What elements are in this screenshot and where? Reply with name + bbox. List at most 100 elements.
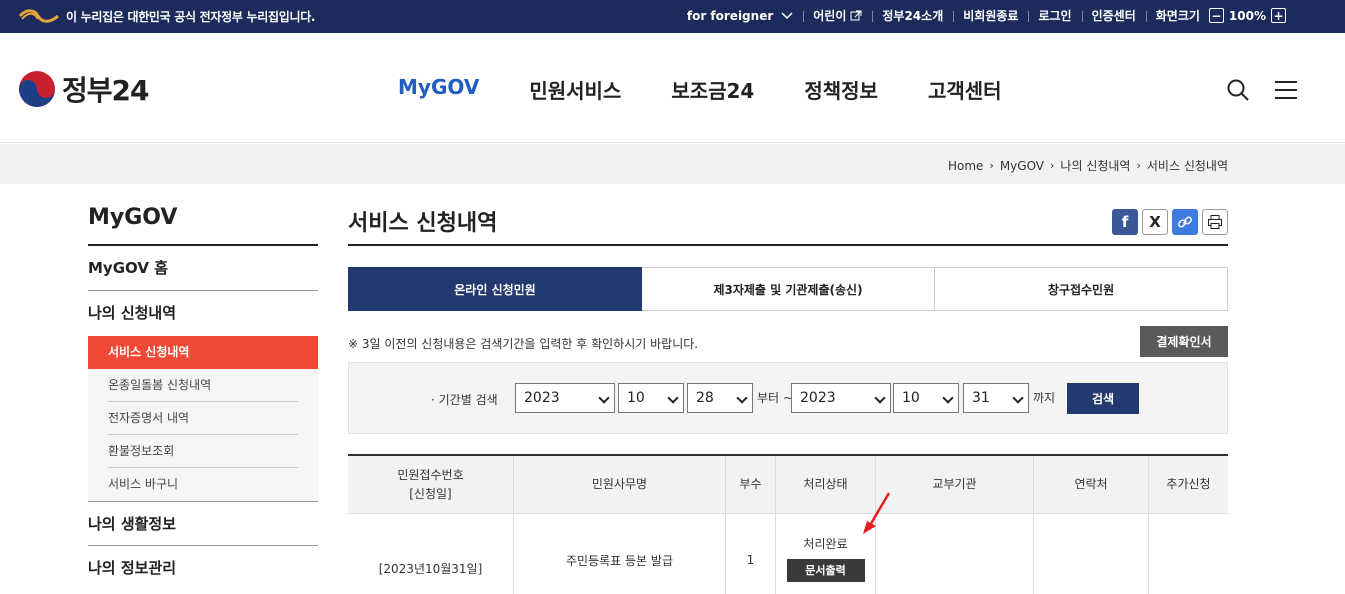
tab-counter[interactable]: 창구접수민원 bbox=[935, 267, 1228, 311]
sidebar-title: MyGOV bbox=[88, 205, 318, 246]
chevron-down-icon bbox=[942, 392, 954, 404]
tab-third-party[interactable]: 제3자제출 및 기관제출(송신) bbox=[642, 267, 935, 311]
col-receipt-no: 민원접수번호 [신청일] bbox=[348, 456, 514, 513]
about-link[interactable]: 정부24소개 bbox=[872, 7, 953, 24]
site-logo[interactable]: 정부24 bbox=[18, 69, 149, 109]
row-contact bbox=[1034, 514, 1149, 594]
menu-icon[interactable] bbox=[1274, 78, 1298, 102]
chevron-right-icon: › bbox=[1050, 159, 1055, 172]
nav-subsidy24[interactable]: 보조금24 bbox=[671, 75, 754, 104]
from-month-select[interactable]: 10 bbox=[618, 383, 684, 413]
row-count: 1 bbox=[726, 514, 776, 594]
site-header: 정부24 MyGOV 민원서비스 보조금24 정책정보 고객센터 bbox=[0, 33, 1345, 143]
main-nav: MyGOV 민원서비스 보조금24 정책정보 고객센터 bbox=[398, 75, 1052, 104]
utility-menu: for foreigner 어린이 정부24소개 비회원종료 로그인 인증센터 … bbox=[677, 7, 1299, 24]
nav-policy-info[interactable]: 정책정보 bbox=[804, 75, 878, 104]
to-year-value: 2023 bbox=[800, 390, 836, 406]
search-notice: ※ 3일 이전의 신청내용은 검색기간을 입력한 후 확인하시기 바랍니다. bbox=[348, 337, 699, 351]
sidebar-item-e-certificate[interactable]: 전자증명서 내역 bbox=[108, 402, 298, 435]
row-agency bbox=[876, 514, 1034, 594]
print-icon[interactable] bbox=[1202, 209, 1228, 235]
annotation-arrow-icon bbox=[863, 492, 891, 534]
gov-notice-bar: 이 누리집은 대한민국 공식 전자정부 누리집입니다. for foreigne… bbox=[0, 0, 1345, 33]
search-icon[interactable] bbox=[1226, 78, 1250, 102]
breadcrumb-current: 서비스 신청내역 bbox=[1146, 159, 1228, 173]
kids-link[interactable]: 어린이 bbox=[803, 7, 872, 24]
payment-confirmation-button[interactable]: 결제확인서 bbox=[1140, 326, 1228, 357]
logo-text: 정부24 bbox=[62, 74, 149, 107]
row-date: [2023년10월31일] bbox=[348, 514, 514, 594]
breadcrumb-apply[interactable]: 나의 신청내역 bbox=[1060, 157, 1130, 174]
gov-notice-text: 이 누리집은 대한민국 공식 전자정부 누리집입니다. bbox=[66, 10, 316, 24]
to-day-value: 31 bbox=[972, 390, 990, 406]
from-day-select[interactable]: 28 bbox=[687, 383, 753, 413]
col-agency: 교부기관 bbox=[876, 456, 1034, 513]
cert-center-link[interactable]: 인증센터 bbox=[1081, 7, 1146, 24]
period-search: · 기간별 검색 2023 10 28 부터 ~ 2023 10 31 까지 검… bbox=[348, 362, 1228, 434]
nav-customer-center[interactable]: 고객센터 bbox=[928, 75, 1002, 104]
nav-civil-service[interactable]: 민원서비스 bbox=[529, 75, 621, 104]
chevron-down-icon bbox=[598, 392, 610, 404]
zoom-value: 100% bbox=[1228, 8, 1266, 23]
from-month-value: 10 bbox=[627, 390, 645, 406]
breadcrumb-home[interactable]: Home bbox=[948, 159, 983, 173]
from-day-value: 28 bbox=[696, 390, 714, 406]
to-suffix: 까지 bbox=[1033, 391, 1056, 405]
breadcrumb: Home › MyGOV › 나의 신청내역 › 서비스 신청내역 bbox=[948, 157, 1228, 174]
external-link-icon bbox=[850, 10, 862, 20]
zoom-out-button[interactable]: − bbox=[1208, 8, 1224, 23]
guest-end-link[interactable]: 비회원종료 bbox=[953, 7, 1028, 24]
tab-online[interactable]: 온라인 신청민원 bbox=[348, 267, 642, 311]
row-status: 처리완료 bbox=[803, 536, 848, 551]
link-copy-icon[interactable] bbox=[1172, 209, 1198, 235]
sidebar-item-refund[interactable]: 환불정보조회 bbox=[108, 435, 298, 468]
document-print-button[interactable]: 문서출력 bbox=[786, 558, 865, 582]
zoom-control: 화면크기 − 100% + bbox=[1145, 7, 1299, 24]
login-link[interactable]: 로그인 bbox=[1028, 7, 1081, 24]
chevron-down-icon bbox=[781, 11, 793, 19]
breadcrumb-band: Home › MyGOV › 나의 신청내역 › 서비스 신청내역 bbox=[0, 144, 1345, 184]
nav-mygov[interactable]: MyGOV bbox=[398, 75, 479, 104]
table-header: 민원접수번호 [신청일] 민원사무명 부수 처리상태 교부기관 연락처 추가신청 bbox=[348, 456, 1228, 514]
facebook-share-icon[interactable]: f bbox=[1112, 209, 1138, 235]
sidebar-item-apply-history[interactable]: 나의 신청내역 bbox=[88, 291, 318, 336]
from-year-value: 2023 bbox=[524, 390, 560, 406]
sidebar: MyGOV MyGOV 홈 나의 신청내역 서비스 신청내역 온종일돌봄 신청내… bbox=[88, 205, 318, 591]
page-title: 서비스 신청내역 bbox=[348, 205, 1228, 246]
share-buttons: f X bbox=[1108, 209, 1228, 235]
from-suffix: 부터 ~ bbox=[757, 391, 793, 405]
sidebar-item-allday-care[interactable]: 온종일돌봄 신청내역 bbox=[108, 369, 298, 402]
period-search-label: · 기간별 검색 bbox=[431, 393, 498, 407]
egov-logo-icon bbox=[18, 9, 59, 23]
sidebar-item-mygov-home[interactable]: MyGOV 홈 bbox=[88, 246, 318, 291]
col-service-name: 민원사무명 bbox=[514, 456, 726, 513]
application-tabs: 온라인 신청민원 제3자제출 및 기관제출(송신) 창구접수민원 bbox=[348, 267, 1228, 311]
taegeuk-logo-icon bbox=[19, 71, 55, 107]
breadcrumb-mygov[interactable]: MyGOV bbox=[1000, 159, 1044, 173]
sidebar-item-life-info[interactable]: 나의 생활정보 bbox=[88, 501, 318, 546]
chevron-right-icon: › bbox=[989, 159, 994, 172]
zoom-in-button[interactable]: + bbox=[1271, 8, 1286, 23]
to-month-select[interactable]: 10 bbox=[893, 383, 959, 413]
search-button[interactable]: 검색 bbox=[1067, 383, 1139, 414]
x-share-icon[interactable]: X bbox=[1142, 209, 1168, 235]
sidebar-item-service-basket[interactable]: 서비스 바구니 bbox=[108, 468, 298, 501]
main-content: 서비스 신청내역 f X 온라인 신청민원 제3자제출 및 기관제출(송신) 창… bbox=[348, 205, 1228, 594]
foreigner-label: for foreigner bbox=[686, 8, 774, 23]
chevron-right-icon: › bbox=[1136, 159, 1141, 172]
table-row: [2023년10월31일] 주민등록표 등본 발급 1 처리완료 문서출력 bbox=[348, 514, 1228, 594]
from-year-select[interactable]: 2023 bbox=[515, 383, 615, 413]
to-year-select[interactable]: 2023 bbox=[791, 383, 891, 413]
chevron-down-icon bbox=[1012, 392, 1024, 404]
row-extra bbox=[1149, 514, 1228, 594]
sidebar-item-info-manage[interactable]: 나의 정보관리 bbox=[88, 546, 318, 591]
foreigner-link[interactable]: for foreigner bbox=[677, 9, 803, 23]
to-day-select[interactable]: 31 bbox=[963, 383, 1029, 413]
sidebar-item-service-history[interactable]: 서비스 신청내역 bbox=[88, 336, 318, 369]
application-table: 민원접수번호 [신청일] 민원사무명 부수 처리상태 교부기관 연락처 추가신청… bbox=[348, 454, 1228, 594]
row-service-name: 주민등록표 등본 발급 bbox=[514, 514, 726, 594]
col-count: 부수 bbox=[726, 456, 776, 513]
sidebar-submenu: 서비스 신청내역 온종일돌봄 신청내역 전자증명서 내역 환불정보조회 서비스 … bbox=[88, 336, 318, 501]
zoom-label: 화면크기 bbox=[1155, 9, 1200, 23]
col-contact: 연락처 bbox=[1034, 456, 1149, 513]
